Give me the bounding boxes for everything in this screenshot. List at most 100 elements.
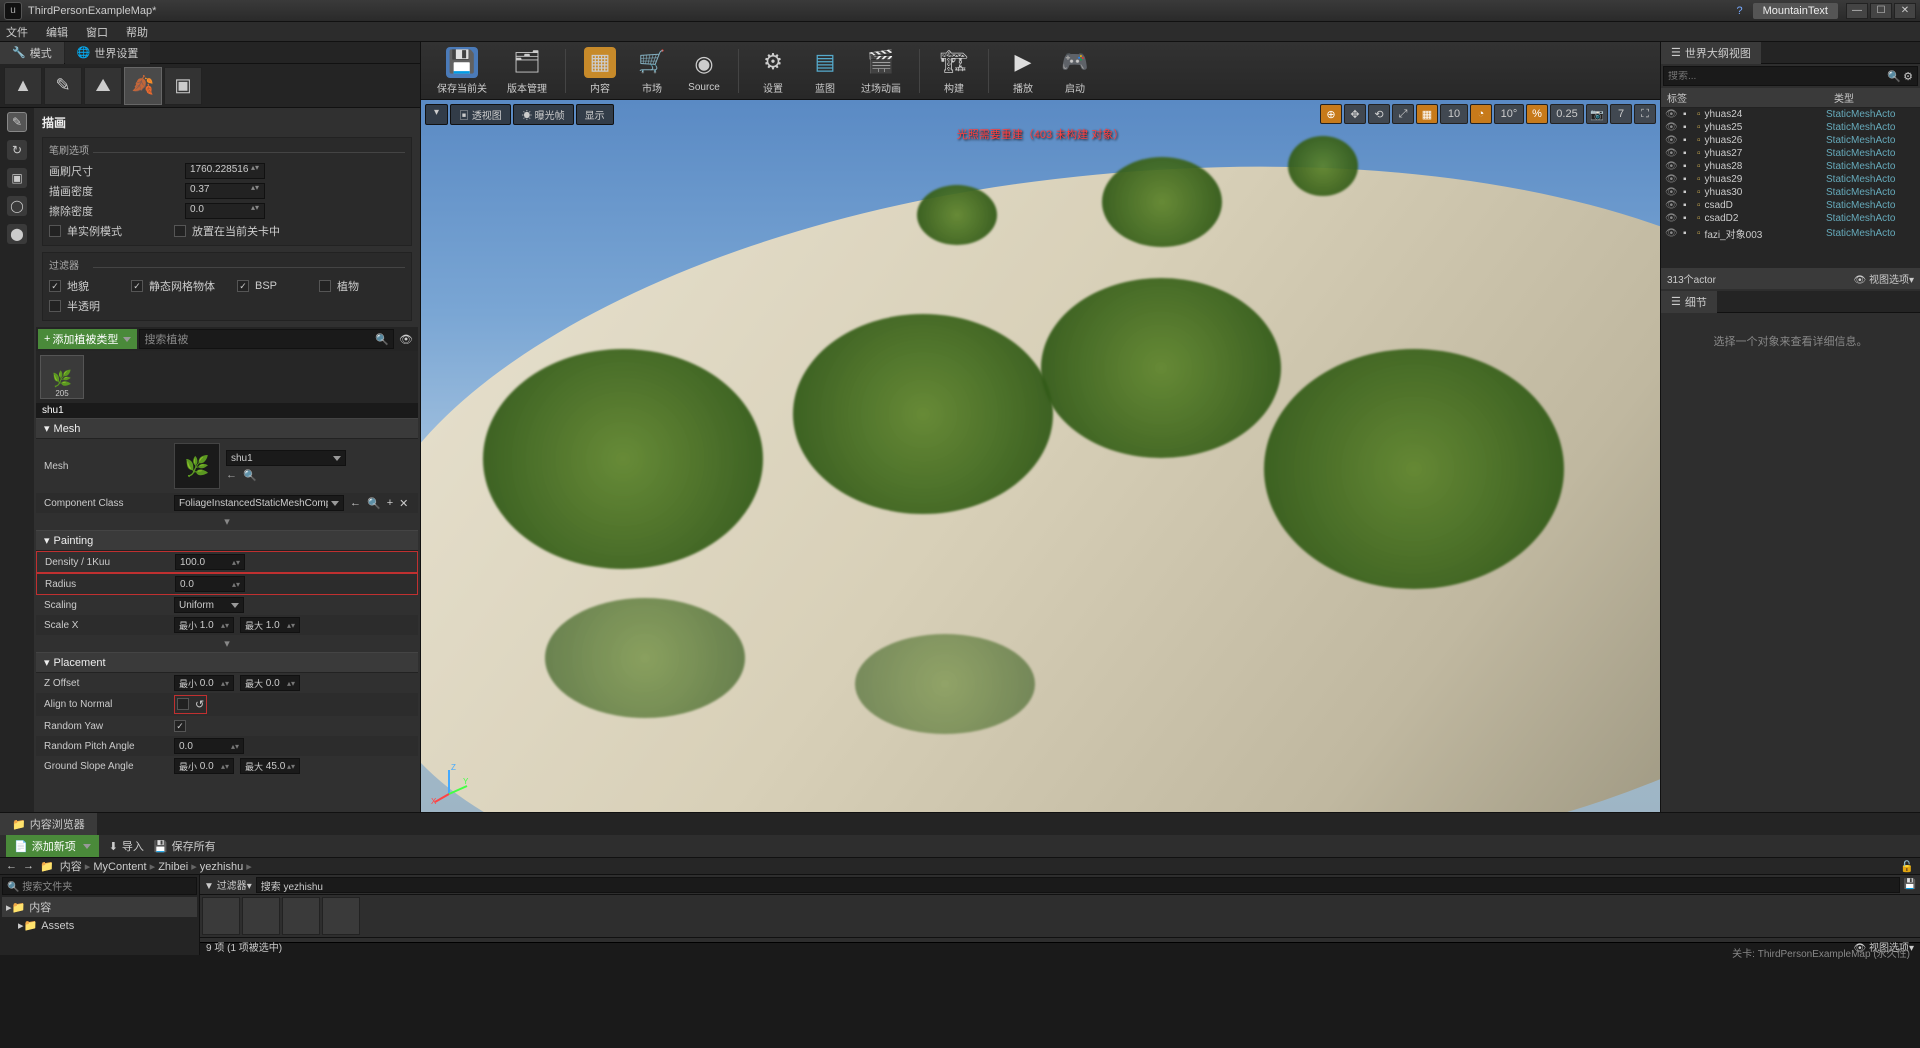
foliage-thumbnail[interactable]: 🌿 205 — [40, 355, 84, 399]
camera-speed-value[interactable]: 7 — [1610, 104, 1632, 124]
outliner-item[interactable]: 👁▪▫yhuas26StaticMeshActo — [1661, 134, 1920, 147]
asset-thumbnail[interactable] — [322, 897, 360, 935]
search-options-icon[interactable]: ⚙ — [1903, 70, 1913, 83]
tab-modes[interactable]: 🔧 模式 — [0, 42, 64, 64]
tab-content-browser[interactable]: 📁 内容浏览器 — [0, 813, 97, 835]
random-pitch-input[interactable]: 0.0▴▾ — [174, 738, 244, 754]
translucent-checkbox[interactable] — [49, 300, 61, 312]
help-icon[interactable]: ? — [1736, 5, 1742, 17]
paint-mode-icon[interactable]: ✎ — [44, 67, 82, 105]
lasso-tool-icon[interactable]: ◯ — [7, 196, 27, 216]
scale-snap-value[interactable]: 0.25 — [1550, 104, 1584, 124]
density-input[interactable]: 100.0▴▾ — [175, 554, 245, 570]
breadcrumb-item[interactable]: 内容 — [60, 861, 82, 873]
folder-icon[interactable]: 📁 — [40, 860, 54, 873]
asset-grid[interactable] — [200, 895, 1920, 937]
place-in-level-checkbox[interactable] — [174, 225, 186, 237]
outliner-item[interactable]: 👁▪▫yhuas28StaticMeshActo — [1661, 160, 1920, 173]
launch-button[interactable]: 🎮启动 — [1053, 45, 1097, 97]
scale-icon[interactable]: ⤢ — [1392, 104, 1414, 124]
slope-min-input[interactable]: 最小 0.0▴▾ — [174, 758, 234, 774]
maximize-viewport-icon[interactable]: ⛶ — [1634, 104, 1656, 124]
component-class-dropdown[interactable]: FoliageInstancedStaticMeshComponent — [174, 495, 344, 511]
foliage-search-input[interactable]: 搜索植被🔍 — [139, 329, 394, 349]
zoffset-max-input[interactable]: 最大 0.0▴▾ — [240, 675, 300, 691]
painting-section-header[interactable]: ▾ Painting — [36, 530, 418, 551]
plant-checkbox[interactable] — [319, 280, 331, 292]
build-button[interactable]: 🏗构建 — [932, 45, 976, 97]
zoffset-min-input[interactable]: 最小 0.0▴▾ — [174, 675, 234, 691]
brush-size-input[interactable]: 1760.228516▴▾ — [185, 163, 265, 179]
menu-file[interactable]: 文件 — [6, 24, 28, 40]
close-button[interactable]: ✕ — [1894, 3, 1916, 19]
cc-clear-icon[interactable]: ✕ — [399, 497, 408, 510]
cc-arrow-icon[interactable]: ← — [350, 497, 361, 510]
cc-find-icon[interactable]: 🔍 — [367, 497, 381, 510]
paint-density-input[interactable]: 0.37▴▾ — [185, 183, 265, 199]
scaling-dropdown[interactable]: Uniform — [174, 597, 244, 613]
slope-max-input[interactable]: 最大 45.0▴▾ — [240, 758, 300, 774]
breadcrumb-item[interactable]: yezhishu — [200, 861, 243, 873]
menu-window[interactable]: 窗口 — [86, 24, 108, 40]
align-normal-checkbox[interactable] — [177, 698, 189, 710]
placement-section-header[interactable]: ▾ Placement — [36, 652, 418, 673]
nav-fwd-icon[interactable]: → — [23, 860, 34, 872]
viewport[interactable]: ▾ ▣ 透视图 ☀ 曝光帧 显示 光照需要重建（403 未构建 对象） ⊕ ✥ … — [421, 100, 1660, 812]
outliner-col-type[interactable]: 类型 — [1834, 90, 1914, 105]
place-mode-icon[interactable]: ▲ — [4, 67, 42, 105]
tab-details[interactable]: ☰ 细节 — [1661, 291, 1717, 313]
content-button[interactable]: ▦内容 — [578, 45, 622, 97]
settings-button[interactable]: ⚙设置 — [751, 45, 795, 97]
single-instance-checkbox[interactable] — [49, 225, 61, 237]
view-options-icon[interactable]: 👁 — [396, 329, 416, 349]
erase-density-input[interactable]: 0.0▴▾ — [185, 203, 265, 219]
save-filter-icon[interactable]: 💾 — [1904, 879, 1916, 890]
mesh-thumbnail[interactable]: 🌿 — [174, 443, 220, 489]
tree-assets[interactable]: ▸📁 Assets — [2, 917, 197, 934]
expand-icon[interactable]: ▾ — [36, 513, 418, 530]
save-all-button[interactable]: 💾 保存所有 — [154, 838, 216, 854]
save-button[interactable]: 💾保存当前关 — [431, 45, 493, 97]
mesh-dropdown[interactable]: shu1 — [226, 450, 346, 466]
grid-snap-icon[interactable]: ▦ — [1416, 104, 1438, 124]
outliner-item[interactable]: 👁▪▫csadD2StaticMeshActo — [1661, 212, 1920, 225]
outliner-list[interactable]: 👁▪▫yhuas24StaticMeshActo👁▪▫yhuas25Static… — [1661, 108, 1920, 268]
outliner-search[interactable]: 🔍 ⚙ — [1663, 66, 1918, 86]
scalex-min-input[interactable]: 最小 1.0▴▾ — [174, 617, 234, 633]
blueprint-button[interactable]: ▤蓝图 — [803, 45, 847, 97]
project-name[interactable]: MountainText — [1753, 3, 1838, 19]
tab-world-outliner[interactable]: ☰ 世界大纲视图 — [1661, 42, 1761, 64]
tab-world-settings[interactable]: 🌐 世界设置 — [65, 42, 151, 64]
browse-back-icon[interactable]: ← — [226, 469, 237, 482]
outliner-item[interactable]: 👁▪▫yhuas24StaticMeshActo — [1661, 108, 1920, 121]
mesh-section-header[interactable]: ▾ Mesh — [36, 418, 418, 439]
menu-edit[interactable]: 编辑 — [46, 24, 68, 40]
bsp-checkbox[interactable] — [237, 280, 249, 292]
add-foliage-button[interactable]: + 添加植被类型 — [38, 329, 137, 349]
import-button[interactable]: ⬇ 导入 — [109, 838, 144, 854]
lock-icon[interactable]: 🔓 — [1900, 860, 1914, 873]
outliner-view-options[interactable]: 👁 视图选项▾ — [1853, 271, 1914, 286]
outliner-search-input[interactable] — [1668, 71, 1887, 82]
random-yaw-checkbox[interactable] — [174, 720, 186, 732]
expand2-icon[interactable]: ▾ — [36, 635, 418, 652]
grid-snap-value[interactable]: 10 — [1440, 104, 1468, 124]
radius-input[interactable]: 0.0▴▾ — [175, 576, 245, 592]
viewport-lit-button[interactable]: ☀ 曝光帧 — [513, 104, 574, 125]
outliner-item[interactable]: 👁▪▫yhuas25StaticMeshActo — [1661, 121, 1920, 134]
geometry-mode-icon[interactable]: ▣ — [164, 67, 202, 105]
transform-mode-icon[interactable]: ⊕ — [1320, 104, 1342, 124]
matinee-button[interactable]: 🎬过场动画 — [855, 45, 907, 97]
cc-add-icon[interactable]: + — [387, 497, 393, 510]
fill-tool-icon[interactable]: ⬤ — [7, 224, 27, 244]
nav-back-icon[interactable]: ← — [6, 860, 17, 872]
tree-search-input[interactable]: 🔍 搜索文件夹 — [2, 877, 197, 895]
reset-icon[interactable]: ↺ — [195, 698, 204, 711]
play-button[interactable]: ▶播放 — [1001, 45, 1045, 97]
add-new-button[interactable]: 📄 添加新项 — [6, 835, 99, 857]
rotate-icon[interactable]: ⟲ — [1368, 104, 1390, 124]
angle-snap-icon[interactable]: ◔ — [1470, 104, 1492, 124]
select-tool-icon[interactable]: ▣ — [7, 168, 27, 188]
tree-root[interactable]: ▸📁 内容 — [2, 897, 197, 917]
brush-tool-icon[interactable]: ✎ — [7, 112, 27, 132]
